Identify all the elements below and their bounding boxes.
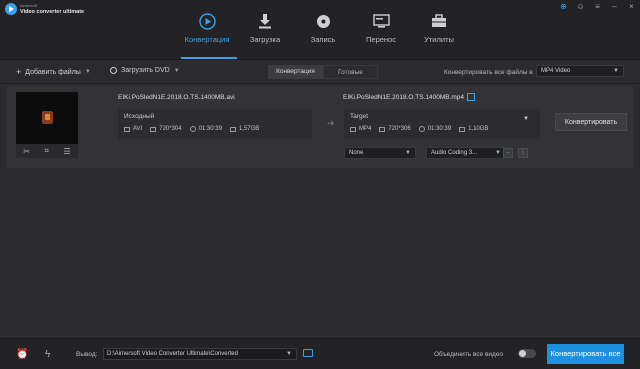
convert-all-to-label: Конвертировать все файлы в (444, 69, 533, 76)
chevron-down-icon: ▼ (495, 150, 501, 156)
output-format-value: MP4 Video (541, 68, 571, 74)
download-icon (258, 12, 272, 30)
window-controls: ⊕ ☺ ≡ – × (559, 2, 636, 11)
thumbnail-logo (42, 111, 53, 124)
tab-download[interactable]: Загрузка (236, 12, 294, 44)
convert-button[interactable]: Конвертировать (555, 113, 627, 131)
resolution-icon (150, 126, 157, 132)
logo-icon (5, 3, 17, 15)
target-filename: EIKi.PoSledN1E.2018.O.TS.1400MB.mp4 (343, 94, 465, 101)
merge-toggle[interactable] (518, 349, 536, 358)
output-format-select[interactable]: MP4 Video ▼ (536, 65, 624, 77)
plus-icon: + (16, 67, 22, 77)
source-size: 1,57GB (238, 126, 260, 132)
alarm-clock-icon[interactable]: ⏰ (16, 349, 28, 360)
subtitle-value: None (349, 150, 364, 156)
effects-icon[interactable]: ☰ (64, 147, 71, 156)
source-duration: 01:30:39 (198, 126, 222, 132)
add-files-label: Добавить файлы (25, 68, 81, 76)
source-info: Исходный AVI 720*304 01:30:39 1,57GB (118, 109, 312, 139)
brand-name: Video converter ultimate (20, 9, 85, 15)
cart-icon[interactable]: ⊕ (559, 2, 568, 11)
clock-icon (418, 126, 425, 132)
lightning-icon[interactable]: ϟ (45, 349, 50, 360)
target-resolution: 720*306 (388, 126, 411, 132)
clock-icon (189, 126, 196, 132)
chevron-down-icon: ▼ (173, 67, 180, 74)
folder-icon (229, 126, 236, 132)
app-logo: Aimersoft Video converter ultimate (5, 3, 84, 15)
target-info[interactable]: Target MP4 720*306 01:30:39 1,10GB (344, 109, 540, 139)
conversion-task: ✂ ⌗ ☰ EIKi.PoSledN1E.2018.O.TS.1400MB.av… (7, 86, 633, 168)
merge-all-label: Объединить все видео (434, 351, 504, 358)
burn-disc-icon (316, 12, 331, 30)
source-resolution: 720*304 (159, 126, 182, 132)
chevron-down-icon: ▼ (84, 69, 91, 75)
audio-track-select[interactable]: Audio Coding 3... ▼ (426, 147, 506, 159)
chevron-down-icon: ▼ (405, 150, 411, 156)
open-folder-icon[interactable] (303, 349, 313, 357)
source-format: AVI (133, 126, 143, 132)
source-title: Исходный (124, 113, 155, 120)
tab-convert[interactable]: Конвертация (178, 12, 236, 44)
file-list-area (0, 170, 640, 338)
toolbar: + Добавить файлы ▼ Загрузить DVD ▼ Конве… (0, 60, 640, 84)
dvd-icon (110, 67, 117, 74)
toolbox-icon (431, 12, 447, 30)
tab-transfer-label: Перенос (366, 35, 396, 44)
crop-icon[interactable]: ⌗ (45, 146, 50, 156)
menu-icon[interactable]: ≡ (593, 2, 602, 11)
account-icon[interactable]: ☺ (576, 2, 585, 11)
tab-download-label: Загрузка (249, 35, 281, 44)
thumbnail-tools: ✂ ⌗ ☰ (16, 144, 78, 158)
tab-toolbox[interactable]: Утилиты (410, 12, 468, 44)
merge-track-icon[interactable]: ⇔ (503, 148, 513, 158)
trim-icon[interactable]: ✂ (23, 147, 30, 156)
output-label: Вывод: (76, 351, 98, 358)
minimize-icon[interactable]: – (610, 2, 619, 11)
tab-finished[interactable]: Готовые (323, 65, 378, 79)
chevron-down-icon: ▼ (286, 351, 292, 357)
load-dvd-button[interactable]: Загрузить DVD ▼ (110, 67, 180, 74)
target-duration: 01:30:39 (427, 126, 452, 132)
status-tabs: Конвертация Готовые (268, 65, 378, 79)
arrow-right-icon: ➜ (327, 118, 335, 128)
target-format: MP4 (359, 126, 372, 132)
tab-transfer[interactable]: Перенос (352, 12, 410, 44)
tab-burn-label: Запись (310, 35, 336, 44)
output-path-field[interactable]: D:\Aimersoft Video Converter Ultimate\Co… (103, 348, 297, 360)
audio-track-value: Audio Coding 3... (431, 150, 478, 156)
source-filename: EIKi.PoSledN1E.2018.O.TS.1400MB.avi (118, 94, 235, 101)
edit-icon[interactable] (467, 93, 475, 101)
tab-converting[interactable]: Конвертация (268, 65, 323, 79)
convert-icon (198, 12, 216, 30)
bottom-bar: ⏰ ϟ Вывод: D:\Aimersoft Video Converter … (0, 338, 640, 369)
info-icon[interactable]: i (518, 148, 528, 158)
target-size: 1,10GB (468, 126, 489, 132)
tab-burn[interactable]: Запись (294, 12, 352, 44)
load-dvd-label: Загрузить DVD (121, 67, 170, 74)
convert-all-button[interactable]: Конвертировать все (547, 344, 624, 364)
tab-convert-label: Конвертация (184, 35, 230, 44)
resolution-icon (379, 126, 386, 132)
add-files-button[interactable]: + Добавить файлы ▼ (16, 67, 91, 77)
chevron-down-icon: ▼ (613, 68, 619, 74)
tab-toolbox-label: Утилиты (424, 35, 454, 44)
main-nav: Конвертация Загрузка Запись Перенос Утил… (178, 12, 468, 44)
target-title: Target (350, 113, 369, 120)
close-icon[interactable]: × (627, 2, 636, 11)
format-icon (124, 126, 130, 132)
video-thumbnail[interactable] (16, 92, 78, 144)
chevron-down-icon[interactable]: ▼ (523, 116, 529, 122)
active-tab-indicator (181, 57, 237, 59)
transfer-icon (372, 12, 390, 30)
folder-icon (459, 126, 466, 132)
output-path-value: D:\Aimersoft Video Converter Ultimate\Co… (107, 351, 238, 357)
format-icon (350, 126, 356, 132)
subtitle-select[interactable]: None ▼ (344, 147, 416, 159)
top-bar: Aimersoft Video converter ultimate ⊕ ☺ ≡… (0, 0, 640, 60)
